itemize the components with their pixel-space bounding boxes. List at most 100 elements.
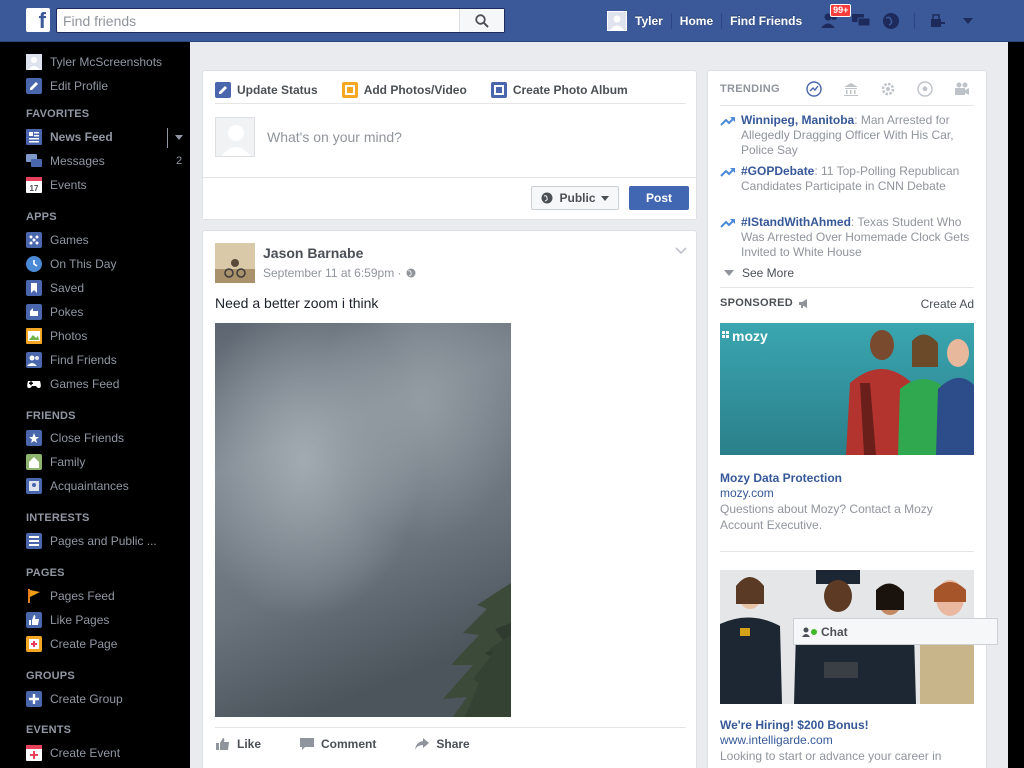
post-author-avatar[interactable] (215, 243, 255, 283)
tab-add-photos[interactable]: Add Photos/Video (341, 81, 467, 99)
post-author-name[interactable]: Jason Barnabe (263, 245, 363, 261)
sidebar-item-create-page[interactable]: Create Page (26, 634, 117, 654)
trending-title: TRENDING (720, 83, 780, 95)
pages-heading: PAGES (26, 567, 65, 579)
ad-title[interactable]: We're Hiring! $200 Bonus! (720, 718, 869, 732)
sidebar-item-saved[interactable]: Saved (26, 278, 84, 298)
sidebar-item-create-event[interactable]: Create Event (26, 743, 120, 763)
nav-right-group: Tyler Home Find Friends 99+ (607, 4, 983, 32)
trending-divider (720, 105, 974, 106)
sidebar-item-photos[interactable]: Photos (26, 326, 87, 346)
trending-topic[interactable]: #GOPDebate (741, 164, 814, 178)
ad-url[interactable]: www.intelligarde.com (720, 733, 833, 747)
search-icon (475, 13, 489, 28)
trending-tab-politics[interactable] (841, 79, 861, 99)
search-input[interactable] (57, 9, 457, 32)
sidebar-item-family[interactable]: Family (26, 452, 85, 472)
trending-category-tabs (804, 79, 989, 99)
find-friends-icon (26, 352, 42, 368)
friend-requests-button[interactable]: 99+ (820, 4, 852, 32)
post-actions-divider (215, 727, 686, 728)
create-ad-link[interactable]: Create Ad (921, 297, 974, 311)
trending-item[interactable]: Winnipeg, Manitoba: Man Arrested for All… (720, 113, 976, 158)
trending-topic[interactable]: Winnipeg, Manitoba (741, 113, 854, 127)
ad-title[interactable]: Mozy Data Protection (720, 471, 842, 485)
post-options-icon[interactable] (675, 245, 687, 257)
sidebar-item-pages-public[interactable]: Pages and Public ... (26, 531, 157, 551)
post-timestamp[interactable]: September 11 at 6:59pm · (263, 266, 416, 280)
post-button[interactable]: Post (629, 186, 689, 210)
trending-tab-sports[interactable] (915, 79, 935, 99)
user-avatar[interactable] (607, 11, 627, 31)
plus-icon (26, 691, 42, 707)
trending-tab-top[interactable] (804, 79, 824, 99)
account-menu-button[interactable] (957, 10, 979, 32)
home-link[interactable]: Home (672, 14, 721, 28)
ad-divider (720, 551, 974, 552)
ad-description: Questions about Mozy? Contact a Mozy Acc… (720, 502, 933, 532)
sidebar-item-news-feed[interactable]: News Feed (26, 127, 113, 147)
messages-icon (852, 14, 871, 27)
sidebar-item-pages-feed[interactable]: Pages Feed (26, 586, 115, 606)
trending-topic[interactable]: #IStandWithAhmed (741, 215, 851, 229)
interests-heading: INTERESTS (26, 512, 90, 524)
post-actions: Like Comment Share (215, 737, 508, 751)
groups-heading: GROUPS (26, 670, 75, 682)
find-friends-link[interactable]: Find Friends (722, 14, 810, 28)
caret-down-icon (963, 18, 974, 24)
profile-avatar-icon (26, 54, 42, 70)
ad-url[interactable]: mozy.com (720, 486, 774, 500)
sidebar-item-games[interactable]: Games (26, 230, 89, 250)
poke-icon (26, 304, 42, 320)
flag-icon (26, 588, 42, 604)
sidebar-item-pokes[interactable]: Pokes (26, 302, 83, 322)
trending-item[interactable]: #IStandWithAhmed: Texas Student Who Was … (720, 215, 976, 260)
composer-tabs: Update Status Add Photos/Video Create Ph… (215, 81, 652, 99)
status-input[interactable]: What's on your mind? (267, 129, 402, 145)
search-box (56, 8, 505, 33)
acquaintances-icon (26, 478, 42, 494)
sidebar-item-games-feed[interactable]: Games Feed (26, 374, 119, 394)
ad-image-mozy[interactable]: mozy (720, 323, 974, 455)
facebook-logo[interactable]: f (26, 8, 50, 32)
right-edge (1008, 42, 1024, 768)
privacy-shortcuts-button[interactable] (927, 10, 949, 32)
sidebar-edit-profile[interactable]: Edit Profile (26, 76, 108, 96)
share-button[interactable]: Share (414, 737, 470, 751)
profile-link[interactable]: Tyler (627, 14, 671, 28)
calendar-icon: 17 (26, 177, 42, 193)
tab-update-status[interactable]: Update Status (215, 81, 318, 99)
trending-arrow-icon (720, 168, 735, 177)
sidebar-item-close-friends[interactable]: Close Friends (26, 428, 124, 448)
audience-selector[interactable]: Public (531, 186, 619, 210)
share-icon (415, 738, 430, 750)
sidebar-item-find-friends[interactable]: Find Friends (26, 350, 117, 370)
tab-create-album[interactable]: Create Photo Album (490, 81, 628, 99)
sidebar-item-on-this-day[interactable]: On This Day (26, 254, 116, 274)
sidebar-item-messages[interactable]: Messages (26, 151, 105, 171)
news-feed-options-icon[interactable] (175, 135, 183, 140)
like-button[interactable]: Like (215, 737, 261, 751)
search-button[interactable] (459, 9, 504, 32)
see-more-button[interactable]: See More (724, 266, 794, 280)
chat-tab[interactable]: Chat (793, 618, 998, 645)
friends-heading: FRIENDS (26, 410, 76, 422)
trending-item[interactable]: #GOPDebate: 11 Top-Polling Republican Ca… (720, 164, 976, 194)
sidebar-profile[interactable]: Tyler McScreenshots (26, 52, 162, 72)
composer-tabs-divider (215, 103, 686, 104)
trending-tab-entertainment[interactable] (952, 79, 972, 99)
sidebar-item-create-group[interactable]: Create Group (26, 689, 123, 709)
post-photo[interactable] (215, 323, 511, 717)
gamepad-icon (26, 376, 42, 392)
sidebar-item-acquaintances[interactable]: Acquaintances (26, 476, 129, 496)
sidebar-item-like-pages[interactable]: Like Pages (26, 610, 109, 630)
trending-tab-science[interactable] (878, 79, 898, 99)
messages-button[interactable] (850, 10, 872, 32)
notifications-button[interactable] (880, 10, 902, 32)
top-navigation-bar: f Tyler Home Find Friends 99+ (0, 0, 1024, 42)
comment-button[interactable]: Comment (299, 737, 376, 751)
sidebar-item-events[interactable]: 17 Events (26, 175, 87, 195)
favorites-heading: FAVORITES (26, 108, 90, 120)
album-icon (490, 82, 507, 98)
svg-text:17: 17 (30, 184, 39, 193)
